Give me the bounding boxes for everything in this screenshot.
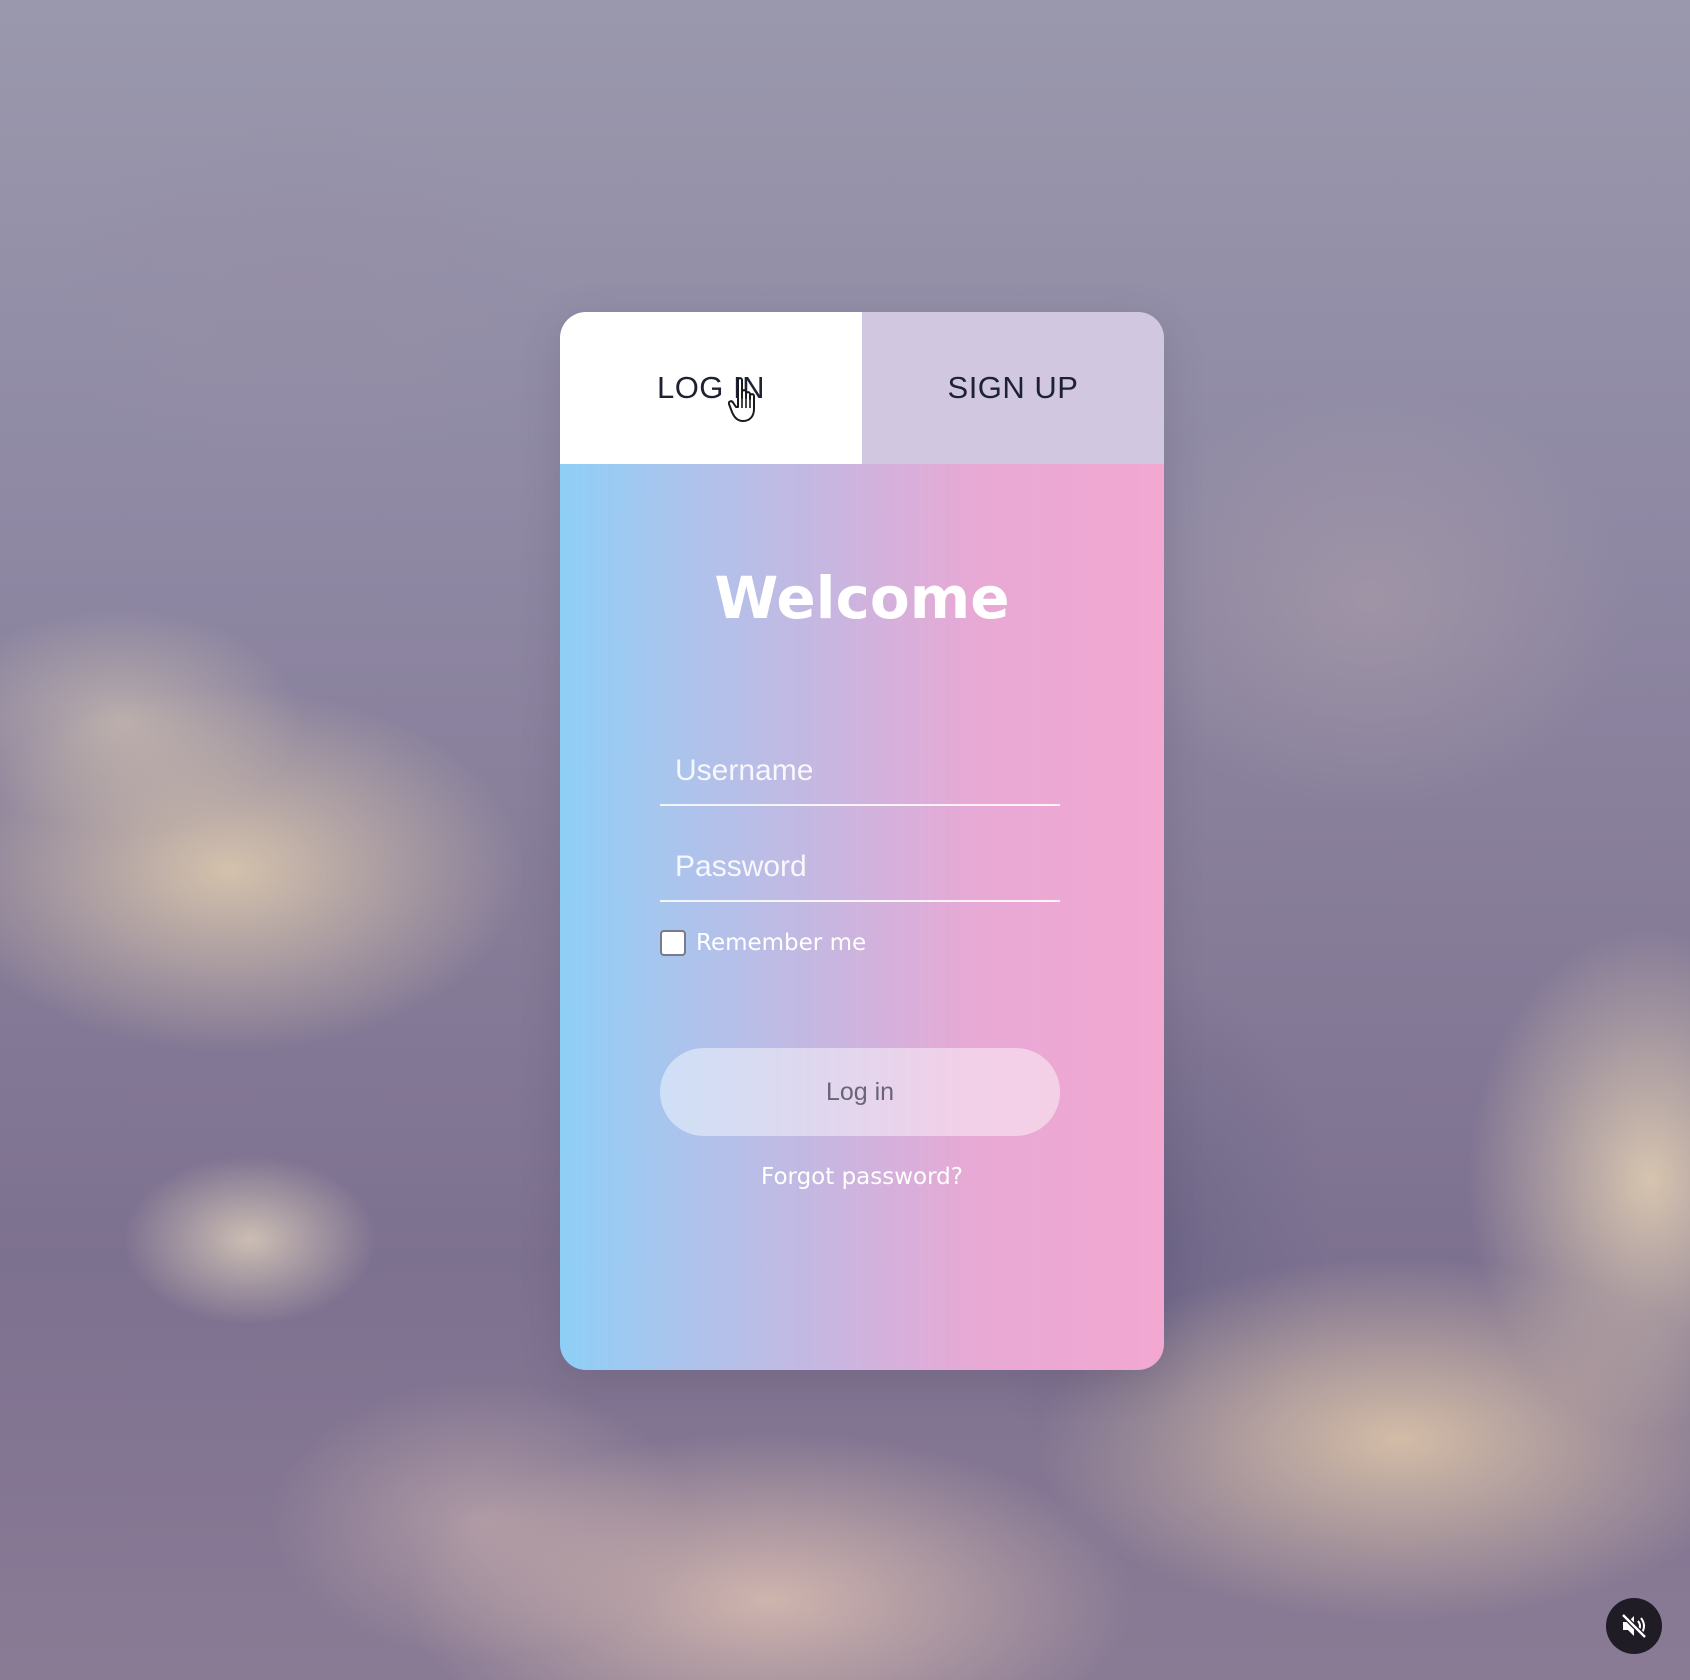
password-field-wrapper bbox=[660, 850, 1060, 902]
username-field-wrapper bbox=[660, 754, 1060, 806]
tab-signup[interactable]: SIGN UP bbox=[862, 312, 1164, 464]
login-form: Welcome Remember me Log in Forgot passwo… bbox=[560, 464, 1164, 1370]
welcome-heading: Welcome bbox=[714, 564, 1010, 632]
remember-me-label[interactable]: Remember me bbox=[696, 930, 866, 956]
tab-signup-label: SIGN UP bbox=[947, 370, 1079, 405]
username-input[interactable] bbox=[660, 754, 1060, 804]
speaker-muted-icon bbox=[1621, 1613, 1647, 1639]
login-button-label: Log in bbox=[825, 1077, 895, 1106]
login-card: LOG IN SIGN UP Welcome Remember me Log i… bbox=[560, 312, 1164, 1370]
tab-login[interactable]: LOG IN bbox=[560, 312, 862, 464]
remember-me-row: Remember me bbox=[660, 930, 866, 956]
remember-me-checkbox[interactable] bbox=[660, 930, 686, 956]
password-input[interactable] bbox=[660, 850, 1060, 900]
login-button[interactable]: Log in bbox=[660, 1048, 1060, 1136]
tab-login-label: LOG IN bbox=[656, 370, 766, 405]
forgot-password-link[interactable]: Forgot password? bbox=[560, 1164, 1164, 1190]
auth-tabs: LOG IN SIGN UP bbox=[560, 312, 1164, 464]
mute-toggle-button[interactable] bbox=[1606, 1598, 1662, 1654]
